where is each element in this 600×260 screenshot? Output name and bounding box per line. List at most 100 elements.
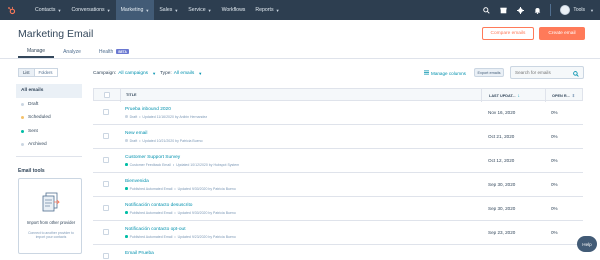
last-updated-cell: Oct 21, 2020 [488, 134, 515, 139]
tab-manage[interactable]: Manage [18, 45, 55, 58]
import-illustration-icon [41, 191, 61, 213]
column-title[interactable]: TITLE [126, 93, 137, 97]
table-row[interactable]: Notificación contacto desuscrito Publishe… [93, 197, 583, 221]
notifications-icon[interactable] [533, 6, 541, 14]
nav-item-service[interactable]: Service ▼ [183, 0, 216, 20]
sidebar-item-label: Draft [28, 101, 39, 107]
email-tools-title: Email tools [18, 168, 45, 174]
row-checkbox[interactable] [103, 157, 109, 163]
help-button[interactable]: Help [577, 236, 597, 252]
status-dot-icon [125, 187, 128, 190]
select-all-checkbox[interactable] [104, 92, 110, 98]
table-row[interactable]: Customer Support Survey Customer Feedback… [93, 149, 583, 173]
last-updated-cell: Oct 12, 2020 [488, 158, 515, 163]
search-icon[interactable] [482, 6, 490, 14]
chevron-down-icon: ▼ [174, 7, 179, 13]
sidebar-item-label: Archived [28, 142, 47, 148]
tab-label: Manage [27, 47, 46, 54]
email-name-link[interactable]: Email Prueba [125, 251, 154, 256]
nav-item-conversations[interactable]: Conversations ▼ [66, 0, 115, 20]
nav-item-label: Conversations [71, 7, 105, 13]
email-status: Published Automated Email [129, 234, 173, 239]
nav-item-contacts[interactable]: Contacts ▼ [30, 0, 66, 20]
import-tool-card[interactable]: Import from other provider Connect to an… [18, 178, 82, 254]
column-last-updated[interactable]: LAST UPDAT... ↓ [489, 93, 520, 99]
email-name-link[interactable]: Prueba inbound 2020 [125, 107, 171, 112]
email-meta: Published Automated Email • Updated 9/23/2… [125, 235, 236, 239]
status-filter-list: All emails Draft Scheduled Sent Archived [16, 84, 82, 152]
account-menu[interactable]: Tools ▼ [560, 5, 594, 15]
last-updated-cell: Nov 16, 2020 [488, 110, 516, 115]
nav-item-marketing[interactable]: Marketing ▼ [115, 0, 155, 20]
nav-item-label: Service [188, 7, 206, 13]
nav-item-workflows[interactable]: Workflows [217, 0, 251, 20]
type-filter[interactable]: Type: All emails ▼ [160, 71, 202, 76]
status-dot-icon [125, 235, 128, 238]
email-name-link[interactable]: New email [125, 131, 147, 136]
meta-separator: • [174, 186, 176, 191]
meta-separator: • [139, 138, 141, 143]
nav-item-label: Sales [159, 7, 173, 13]
nav-item-reports[interactable]: Reports ▼ [250, 0, 284, 20]
email-name-link[interactable]: Notificación contacto opt-out [125, 227, 186, 232]
status-dot-icon [125, 115, 128, 118]
row-checkbox[interactable] [103, 205, 109, 211]
sidebar-item-archived[interactable]: Archived [16, 138, 82, 152]
last-updated-cell: Sep 30, 2020 [488, 182, 516, 187]
last-updated-cell: Sep 30, 2020 [488, 206, 516, 211]
tab-health[interactable]: Health BETA [90, 45, 138, 58]
header-divider [0, 58, 600, 59]
sidebar-item-scheduled[interactable]: Scheduled [16, 111, 82, 125]
sort-down-icon: ↓ [517, 93, 521, 99]
table-row[interactable]: New email Draft • Updated 10/21/2020 by Pat… [93, 125, 583, 149]
row-checkbox[interactable] [103, 253, 109, 259]
search-icon[interactable] [573, 64, 579, 82]
table-row[interactable]: Bienvenida Published Automated Email • Upda… [93, 173, 583, 197]
type-filter-value: All emails [173, 71, 195, 76]
table-row[interactable]: Prueba inbound 2020 Draft • Updated 11/16/2… [93, 101, 583, 125]
compare-emails-button[interactable]: Compare emails [482, 27, 534, 40]
meta-separator: • [172, 162, 175, 167]
row-checkbox[interactable] [103, 109, 109, 115]
sidebar-item-label: Sent [28, 128, 38, 134]
column-label: OPEN R... [552, 93, 570, 98]
marketplace-icon[interactable] [499, 6, 507, 14]
search-input[interactable] [511, 70, 573, 75]
email-name-link[interactable]: Customer Support Survey [125, 155, 180, 160]
email-name-link[interactable]: Notificación contacto desuscrito [125, 203, 192, 208]
email-meta: Draft • Updated 11/16/2020 by Anibin Herna… [125, 115, 207, 119]
export-emails-button[interactable]: Export emails [474, 68, 504, 77]
manage-columns-link[interactable]: Manage columns [424, 70, 466, 76]
chevron-down-icon: ▼ [198, 71, 203, 76]
status-dot-icon [21, 143, 24, 147]
sidebar-item-all-emails[interactable]: All emails [16, 84, 82, 98]
email-status: Customer Feedback Email [129, 162, 171, 167]
chevron-down-icon: ▼ [57, 7, 62, 13]
column-open-rate[interactable]: OPEN R... ⇕ [552, 93, 575, 98]
row-checkbox[interactable] [103, 181, 109, 187]
sidebar-item-draft[interactable]: Draft [16, 98, 82, 112]
email-meta: Customer Feedback Email • Updated 10/12/20… [125, 163, 239, 167]
sidebar-item-sent[interactable]: Sent [16, 125, 82, 139]
table-row[interactable]: Notificación contacto opt-out Published A… [93, 221, 583, 245]
list-view-button[interactable]: List [18, 68, 35, 77]
open-rate-cell: 0% [551, 182, 558, 187]
chevron-down-icon: ▼ [152, 71, 157, 76]
create-email-button[interactable]: Create email [539, 27, 585, 40]
open-rate-cell: 0% [551, 134, 558, 139]
tab-analyze[interactable]: Analyze [54, 45, 90, 58]
tool-card-description: Connect to another provider to import yo… [28, 231, 74, 240]
status-dot-icon [21, 102, 24, 106]
settings-icon[interactable] [516, 6, 524, 14]
campaign-filter[interactable]: Campaign: All campaigns ▼ [93, 71, 156, 76]
folders-view-button[interactable]: Folders [34, 68, 58, 77]
row-checkbox[interactable] [103, 133, 109, 139]
row-checkbox[interactable] [103, 229, 109, 235]
nav-item-sales[interactable]: Sales ▼ [154, 0, 183, 20]
email-updated: Updated 9/30/2020 by Patricia Bueno [177, 186, 236, 191]
email-name-link[interactable]: Bienvenida [125, 179, 149, 184]
avatar [560, 5, 571, 15]
hubspot-logo-icon[interactable] [0, 0, 22, 20]
type-filter-label: Type: [160, 71, 172, 76]
table-row[interactable]: Email Prueba [93, 245, 583, 260]
